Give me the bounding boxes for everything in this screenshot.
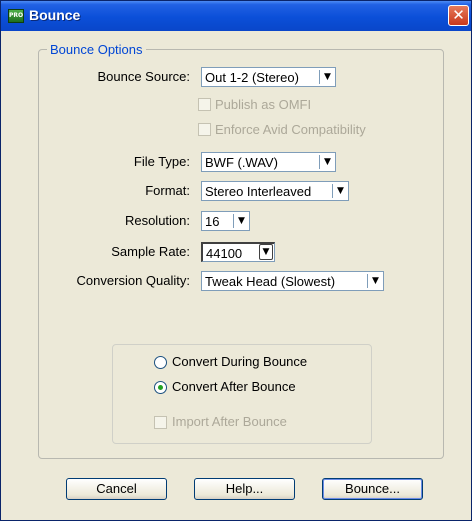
pro-tools-app-icon: PRO (8, 9, 24, 23)
conversion-quality-label: Conversion Quality: (76, 273, 190, 288)
help-button[interactable]: Help... (194, 478, 295, 500)
bounce-dialog: PRO Bounce ✕ Bounce Options Bounce Sourc… (0, 0, 472, 521)
dropdown-separator (233, 214, 234, 228)
conversion-quality-dropdown[interactable]: Tweak Head (Slowest) ▼ (201, 271, 384, 291)
cancel-button[interactable]: Cancel (66, 478, 167, 500)
convert-during-bounce-radio[interactable] (154, 356, 167, 369)
format-value: Stereo Interleaved (205, 184, 312, 199)
chevron-down-icon: ▼ (372, 276, 379, 286)
file-type-value: BWF (.WAV) (205, 155, 278, 170)
radio-selected-dot (158, 385, 163, 390)
resolution-label: Resolution: (124, 213, 190, 228)
sample-rate-label: Sample Rate: (111, 244, 190, 259)
dropdown-separator (367, 274, 368, 288)
convert-after-bounce-radio[interactable] (154, 381, 167, 394)
chevron-down-icon: ▼ (324, 72, 331, 82)
chevron-down-icon: ▼ (337, 186, 344, 196)
bounce-options-title: Bounce Options (47, 42, 146, 57)
bounce-source-dropdown[interactable]: Out 1-2 (Stereo) ▼ (201, 67, 336, 87)
convert-after-bounce-label: Convert After Bounce (172, 379, 296, 394)
format-dropdown[interactable]: Stereo Interleaved ▼ (201, 181, 349, 201)
close-button[interactable]: ✕ (448, 5, 469, 26)
dropdown-separator (319, 155, 320, 169)
bounce-source-value: Out 1-2 (Stereo) (205, 70, 299, 85)
window-title: Bounce (29, 7, 81, 23)
bounce-source-label: Bounce Source: (97, 69, 190, 84)
enforce-avid-label: Enforce Avid Compatibility (215, 122, 366, 137)
bounce-button[interactable]: Bounce... (322, 478, 423, 500)
sample-rate-dropdown[interactable]: 44100 ▼ (201, 242, 275, 262)
title-bar[interactable]: PRO Bounce ✕ (1, 1, 471, 31)
file-type-label: File Type: (133, 154, 190, 169)
import-after-bounce-label: Import After Bounce (172, 414, 287, 429)
close-icon: ✕ (452, 6, 465, 24)
format-label: Format: (145, 183, 190, 198)
sample-rate-value: 44100 (206, 246, 243, 261)
enforce-avid-checkbox[interactable] (198, 123, 211, 136)
publish-omfi-checkbox[interactable] (198, 98, 211, 111)
publish-omfi-label: Publish as OMFI (215, 97, 312, 112)
chevron-down-icon: ▼ (238, 216, 245, 226)
chevron-down-icon: ▼ (259, 244, 273, 260)
resolution-value: 16 (205, 214, 220, 229)
dropdown-separator (319, 70, 320, 84)
chevron-down-icon: ▼ (324, 157, 331, 167)
dropdown-separator (332, 184, 333, 198)
import-after-bounce-checkbox[interactable] (154, 416, 167, 429)
resolution-dropdown[interactable]: 16 ▼ (201, 211, 250, 231)
convert-during-bounce-label: Convert During Bounce (172, 354, 308, 369)
conversion-quality-value: Tweak Head (Slowest) (205, 274, 336, 289)
file-type-dropdown[interactable]: BWF (.WAV) ▼ (201, 152, 336, 172)
